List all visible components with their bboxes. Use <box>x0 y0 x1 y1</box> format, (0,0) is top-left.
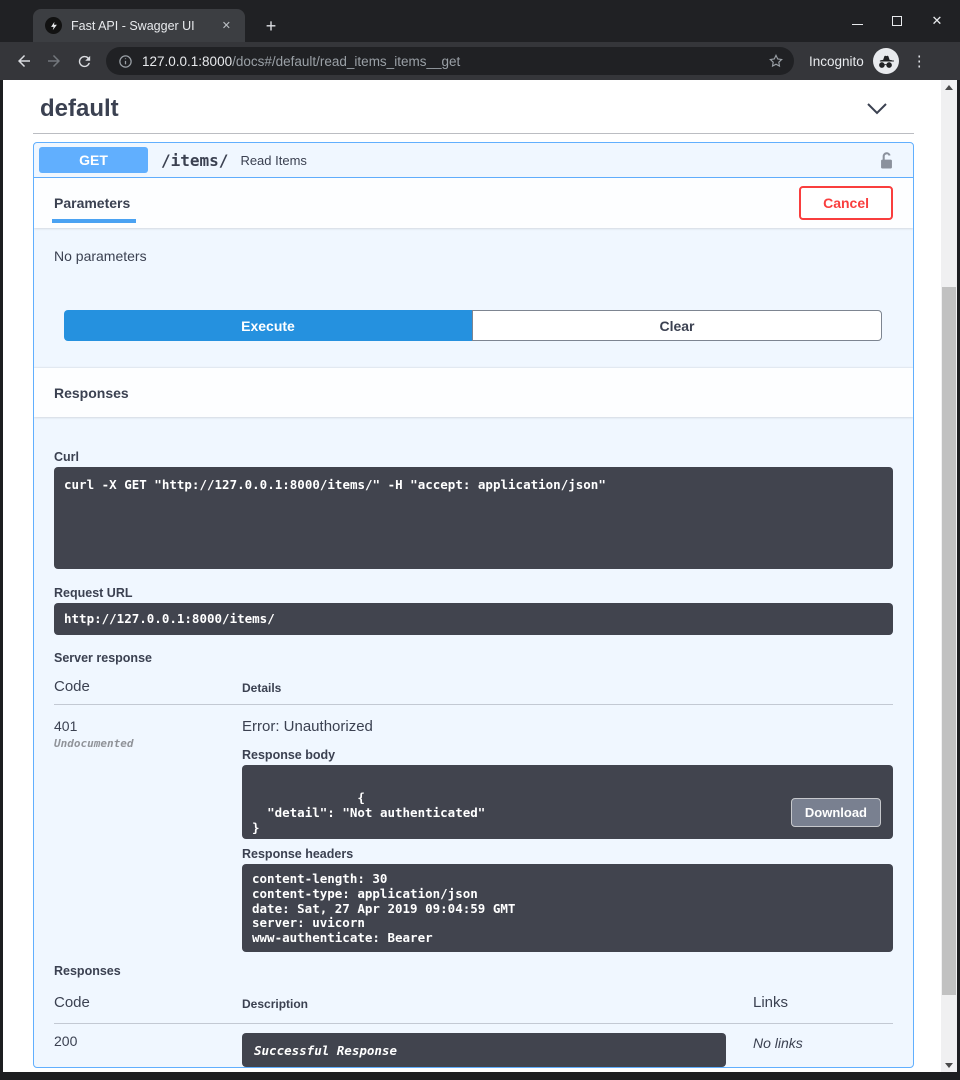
browser-toolbar: 127.0.0.1:8000/docs#/default/read_items_… <box>0 42 960 80</box>
window-bottom-edge <box>0 1072 960 1080</box>
scroll-up-icon <box>945 85 953 90</box>
forward-button[interactable] <box>39 47 69 75</box>
operation-path: /items/ <box>161 151 228 170</box>
live-response-table-header: Code Details <box>54 668 893 705</box>
section-divider <box>33 133 914 134</box>
page-content: default GET /items/ Read Items Parameter… <box>3 80 957 1072</box>
minimize-button[interactable] <box>844 11 870 31</box>
operation-block-get-items: GET /items/ Read Items Parameters Cancel… <box>33 142 914 1068</box>
live-response-row: 401 Undocumented Error: Unauthorized Res… <box>54 705 893 952</box>
tag-title: default <box>40 95 119 123</box>
status-code: 401 <box>54 718 242 734</box>
doc-status-code: 200 <box>54 1033 242 1067</box>
tab-title: Fast API - Swagger UI <box>71 19 209 33</box>
window-controls: ✕ <box>844 11 950 31</box>
back-icon <box>15 52 33 70</box>
back-button[interactable] <box>9 47 39 75</box>
response-headers-block: content-length: 30 content-type: applica… <box>242 864 893 952</box>
documented-response-row: 200 Successful Response No links <box>54 1024 893 1067</box>
curl-label: Curl <box>54 450 893 464</box>
tag-section-header[interactable]: default <box>3 80 941 133</box>
execute-button[interactable]: Execute <box>64 310 472 341</box>
unlocked-padlock-icon <box>879 151 894 170</box>
incognito-icon <box>873 48 899 74</box>
url-path: /docs#/default/read_items_items__get <box>232 54 460 69</box>
doc-description-cell: Successful Response <box>242 1033 753 1067</box>
execute-row: Execute Clear <box>64 310 882 341</box>
url-host: 127.0.0.1:8000 <box>142 54 232 69</box>
browser-menu-button[interactable]: ⋮ <box>912 52 927 70</box>
request-url-label: Request URL <box>54 586 893 600</box>
response-body-json: { "detail": "Not authenticated" } <box>252 790 485 835</box>
authorize-lock-button[interactable] <box>879 151 894 170</box>
request-url-block: http://127.0.0.1:8000/items/ <box>54 603 893 635</box>
response-body-label: Response body <box>242 748 893 762</box>
incognito-label: Incognito <box>809 54 864 69</box>
method-badge: GET <box>39 147 148 173</box>
maximize-button[interactable] <box>884 11 910 31</box>
scroll-down-button[interactable] <box>941 1058 957 1072</box>
page-scrollbar[interactable] <box>941 80 957 1072</box>
no-parameters-text: No parameters <box>54 248 147 264</box>
parameters-header: Parameters Cancel <box>34 178 913 228</box>
browser-titlebar: Fast API - Swagger UI ✕ + ✕ <box>0 0 960 42</box>
undocumented-note: Undocumented <box>54 737 242 750</box>
scroll-up-button[interactable] <box>941 80 957 94</box>
download-button[interactable]: Download <box>791 798 881 827</box>
forward-icon <box>45 52 63 70</box>
reload-icon <box>76 53 93 70</box>
responses-inner: Curl curl -X GET "http://127.0.0.1:8000/… <box>34 417 913 1067</box>
scroll-down-icon <box>945 1063 953 1068</box>
live-code-header: Code <box>54 678 242 695</box>
operation-summary[interactable]: GET /items/ Read Items <box>34 143 913 178</box>
clear-button[interactable]: Clear <box>472 310 882 341</box>
doc-description-header: Description <box>242 997 753 1011</box>
tab-parameters[interactable]: Parameters <box>54 195 130 211</box>
response-headers-label: Response headers <box>242 847 893 861</box>
curl-command-block: curl -X GET "http://127.0.0.1:8000/items… <box>54 467 893 569</box>
error-text: Error: Unauthorized <box>242 718 893 735</box>
doc-links-header: Links <box>753 994 893 1011</box>
success-response-block: Successful Response <box>242 1033 726 1067</box>
scrollbar-thumb[interactable] <box>942 287 956 995</box>
doc-code-header: Code <box>54 994 242 1011</box>
chevron-down-icon[interactable] <box>866 103 888 115</box>
parameters-body: No parameters <box>34 228 913 264</box>
address-bar[interactable]: 127.0.0.1:8000/docs#/default/read_items_… <box>106 47 794 75</box>
reload-button[interactable] <box>69 47 99 75</box>
fastapi-favicon-icon <box>45 17 62 34</box>
url-text[interactable]: 127.0.0.1:8000/docs#/default/read_items_… <box>142 54 759 69</box>
cancel-button[interactable]: Cancel <box>799 186 893 220</box>
documented-table-header: Code Description Links <box>54 978 893 1024</box>
tab-close-icon[interactable]: ✕ <box>218 17 235 34</box>
swagger-page: default GET /items/ Read Items Parameter… <box>3 80 941 1072</box>
maximize-icon <box>892 16 902 26</box>
live-details-cell: Error: Unauthorized Response body { "det… <box>242 718 893 952</box>
operation-summary-text: Read Items <box>240 153 306 168</box>
documented-responses-label: Responses <box>54 964 893 978</box>
responses-section-header: Responses <box>34 368 913 417</box>
no-links-text: No links <box>753 1033 893 1067</box>
response-body-block: { "detail": "Not authenticated" } Downlo… <box>242 765 893 839</box>
window-close-button[interactable]: ✕ <box>924 11 950 31</box>
live-details-header: Details <box>242 681 893 695</box>
page-info-icon[interactable] <box>118 54 133 69</box>
live-code-cell: 401 Undocumented <box>54 718 242 952</box>
server-response-label: Server response <box>54 651 893 665</box>
browser-tab[interactable]: Fast API - Swagger UI ✕ <box>33 9 245 42</box>
bookmark-star-icon[interactable] <box>768 53 784 69</box>
responses-band-label: Responses <box>54 385 129 401</box>
new-tab-button[interactable]: + <box>261 17 281 35</box>
minimize-icon <box>852 24 863 25</box>
